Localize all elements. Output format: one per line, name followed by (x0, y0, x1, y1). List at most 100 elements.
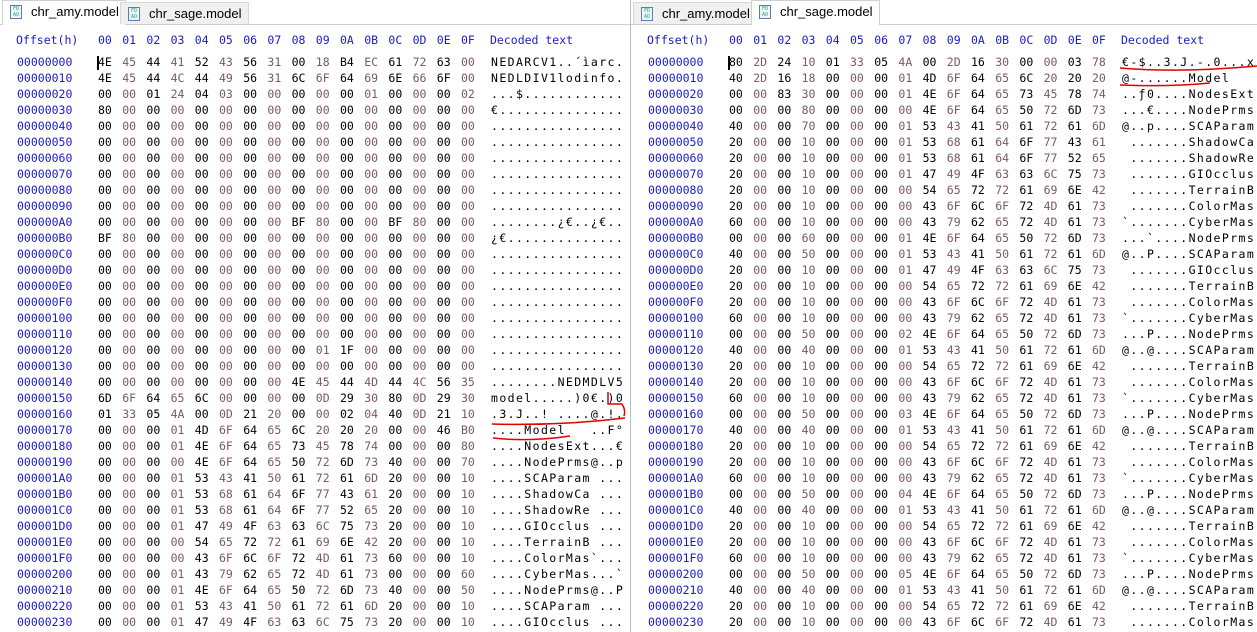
hex-row[interactable]: 000000D0 20 00 00 10 00 00 00 01 47 49 4F 63 63 6C 75 73… (631, 263, 1257, 279)
decoded-text[interactable]: @..@....SCAParam (1122, 343, 1255, 357)
hex-byte[interactable]: 33 (850, 55, 864, 69)
hex-byte[interactable]: 00 (292, 103, 306, 117)
hex-byte[interactable]: 00 (146, 535, 160, 549)
hex-byte[interactable]: 60 (388, 551, 402, 565)
hex-byte[interactable]: 1F (340, 343, 354, 357)
hex-byte[interactable]: 01 (98, 407, 112, 421)
hex-byte[interactable]: 00 (98, 119, 112, 133)
hex-byte[interactable]: 00 (219, 343, 233, 357)
hex-byte[interactable]: 00 (98, 199, 112, 213)
hex-byte[interactable]: 00 (777, 503, 791, 517)
hex-byte[interactable]: 6D (340, 583, 354, 597)
hex-byte[interactable]: 00 (171, 119, 185, 133)
hex-byte[interactable]: 64 (995, 135, 1009, 149)
hex-byte[interactable]: 00 (316, 87, 330, 101)
hex-byte[interactable]: 00 (898, 295, 912, 309)
hex-byte[interactable]: 00 (850, 199, 864, 213)
hex-byte[interactable]: 6D (1092, 503, 1106, 517)
hex-byte[interactable]: 03 (898, 407, 912, 421)
hex-byte[interactable]: 63 (995, 167, 1009, 181)
hex-byte[interactable]: 49 (219, 71, 233, 85)
hex-byte[interactable]: 00 (267, 263, 281, 277)
hex-byte[interactable]: 00 (122, 343, 136, 357)
hex-byte[interactable]: 50 (995, 503, 1009, 517)
hex-byte[interactable]: 01 (898, 423, 912, 437)
hex-byte[interactable]: 00 (98, 599, 112, 613)
hex-byte[interactable]: 73 (1092, 391, 1106, 405)
hex-byte[interactable]: 00 (98, 455, 112, 469)
hex-byte[interactable]: 00 (219, 183, 233, 197)
hex-byte[interactable]: 00 (923, 55, 937, 69)
hex-byte[interactable]: 56 (243, 55, 257, 69)
hex-byte[interactable]: 01 (171, 583, 185, 597)
hex-byte[interactable]: 60 (461, 567, 475, 581)
hex-byte[interactable]: 6E (1068, 279, 1082, 293)
hex-byte[interactable]: 65 (267, 455, 281, 469)
hex-byte[interactable]: 00 (753, 199, 767, 213)
hex-byte[interactable]: 00 (98, 327, 112, 341)
hex-byte[interactable]: 00 (874, 119, 888, 133)
hex-byte[interactable]: 6F (947, 327, 961, 341)
hex-byte[interactable]: 54 (923, 359, 937, 373)
hex-byte[interactable]: 00 (195, 199, 209, 213)
hex-byte[interactable]: 00 (243, 311, 257, 325)
hex-byte[interactable]: 4D (1044, 215, 1058, 229)
hex-byte[interactable]: 16 (777, 71, 791, 85)
hex-byte[interactable]: 61 (1019, 583, 1033, 597)
hex-byte[interactable]: 00 (316, 231, 330, 245)
decoded-text[interactable]: ...P....NodePrms (1122, 567, 1255, 581)
hex-byte[interactable]: 00 (413, 455, 427, 469)
hex-byte[interactable]: 00 (729, 487, 743, 501)
hex-byte[interactable]: 4D (1044, 615, 1058, 629)
hex-row[interactable]: 00000170 00 00 00 01 4D 6F 64 65 6C 20 20 20 00 00 46 B0… (0, 423, 630, 439)
hex-byte[interactable]: 00 (171, 311, 185, 325)
hex-byte[interactable]: 65 (947, 599, 961, 613)
hex-byte[interactable]: 0D (316, 391, 330, 405)
hex-byte[interactable]: 72 (971, 439, 985, 453)
hex-byte[interactable]: 41 (243, 599, 257, 613)
hex-byte[interactable]: 00 (122, 279, 136, 293)
hex-byte[interactable]: 00 (874, 279, 888, 293)
hex-byte[interactable]: 00 (874, 423, 888, 437)
hex-byte[interactable]: 00 (850, 567, 864, 581)
hex-byte[interactable]: 20 (729, 151, 743, 165)
hex-byte[interactable]: 00 (267, 391, 281, 405)
hex-byte[interactable]: 00 (364, 135, 378, 149)
hex-byte[interactable]: 00 (388, 279, 402, 293)
hex-byte[interactable]: 00 (437, 215, 451, 229)
hex-byte[interactable]: 00 (146, 151, 160, 165)
decoded-text[interactable]: .......TerrainB (1122, 183, 1255, 197)
hex-byte[interactable]: 69 (316, 535, 330, 549)
hex-byte[interactable]: 00 (437, 455, 451, 469)
hex-byte[interactable]: 61 (1019, 519, 1033, 533)
hex-byte[interactable]: 00 (316, 279, 330, 293)
hex-byte[interactable]: 20 (388, 519, 402, 533)
hex-byte[interactable]: 6C (316, 615, 330, 629)
hex-row[interactable]: 000001C0 40 00 00 40 00 00 00 01 53 43 41 50 61 72 61 6D… (631, 503, 1257, 519)
hex-pane-right[interactable]: FD AO chr_amy.model FD AO chr_sage.model Off… (631, 0, 1257, 632)
hex-byte[interactable]: 43 (947, 247, 961, 261)
hex-byte[interactable]: 42 (1092, 279, 1106, 293)
hex-byte[interactable]: 54 (923, 183, 937, 197)
hex-byte[interactable]: 50 (802, 567, 816, 581)
decoded-text[interactable]: ...P....NodePrms (1122, 407, 1255, 421)
hex-byte[interactable]: 00 (753, 615, 767, 629)
decoded-text[interactable]: ................ (491, 151, 624, 165)
hex-byte[interactable]: 01 (898, 167, 912, 181)
hex-byte[interactable]: 00 (413, 423, 427, 437)
hex-byte[interactable]: 00 (777, 455, 791, 469)
hex-byte[interactable]: 00 (340, 183, 354, 197)
hex-byte[interactable]: 43 (947, 343, 961, 357)
hex-row[interactable]: 00000170 40 00 00 40 00 00 00 01 53 43 41 50 61 72 61 6D… (631, 423, 1257, 439)
hex-byte[interactable]: 65 (995, 215, 1009, 229)
hex-byte[interactable]: 00 (98, 551, 112, 565)
hex-byte[interactable]: 00 (753, 519, 767, 533)
decoded-text[interactable]: .......ColorMas (1122, 375, 1255, 389)
hex-row[interactable]: 00000000 4E 45 44 41 52 43 56 31 00 18 B4 EC 61 72 63 00… (0, 55, 630, 71)
decoded-text[interactable]: ....GIOcclus ... (491, 519, 624, 533)
hex-byte[interactable]: 4D (316, 567, 330, 581)
hex-byte[interactable]: 00 (874, 183, 888, 197)
hex-byte[interactable]: 00 (850, 231, 864, 245)
hex-byte[interactable]: 00 (874, 71, 888, 85)
tab-chr_amy-model[interactable]: FD AO chr_amy.model (2, 0, 126, 25)
